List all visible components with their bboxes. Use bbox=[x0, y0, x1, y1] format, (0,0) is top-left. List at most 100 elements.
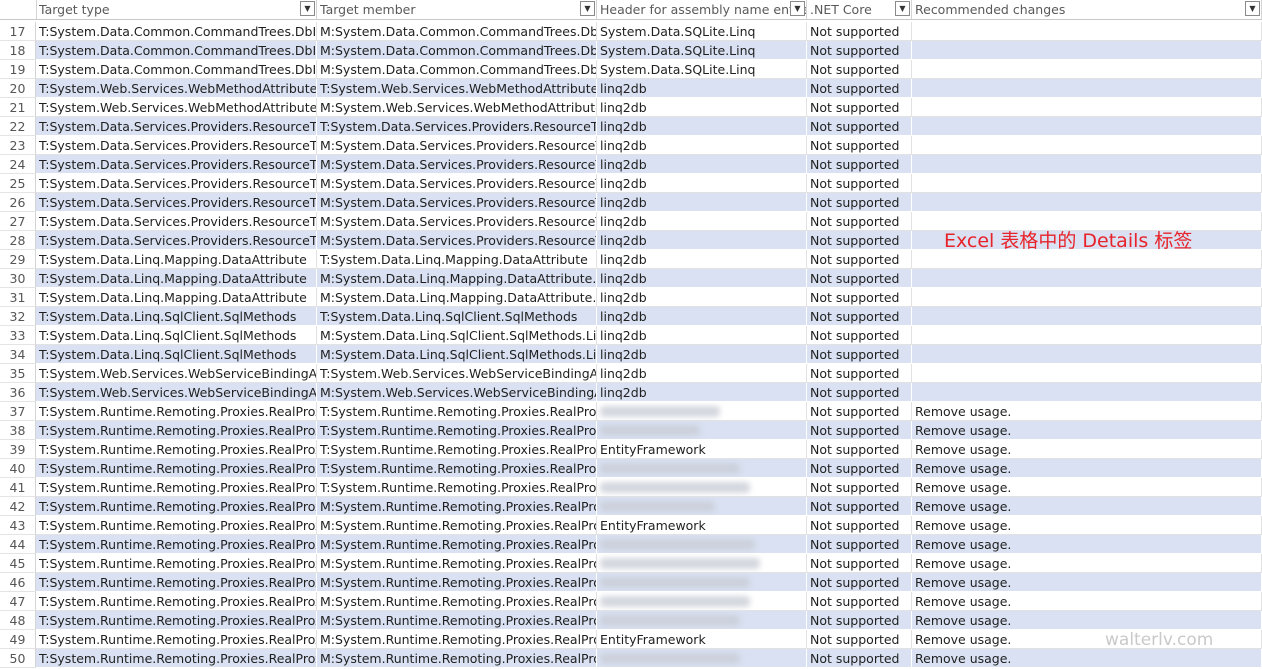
cell-type[interactable]: T:System.Data.Common.CommandTrees.DbInse… bbox=[36, 41, 317, 60]
cell-core[interactable]: Not supported bbox=[807, 573, 912, 592]
row-number[interactable]: 34 bbox=[0, 345, 36, 364]
cell-type[interactable]: T:System.Runtime.Remoting.Proxies.RealPr… bbox=[36, 421, 317, 440]
row-number[interactable]: 42 bbox=[0, 497, 36, 516]
cell-assembly[interactable]: linq2db bbox=[597, 231, 807, 250]
cell-rec[interactable] bbox=[912, 383, 1262, 402]
cell-core[interactable]: Not supported bbox=[807, 307, 912, 326]
cell-member[interactable]: M:System.Runtime.Remoting.Proxies.RealPr… bbox=[317, 554, 597, 573]
cell-type[interactable]: T:System.Web.Services.WebMethodAttribute bbox=[36, 79, 317, 98]
cell-type[interactable]: T:System.Data.Common.CommandTrees.DbInse… bbox=[36, 22, 317, 41]
cell-type[interactable]: T:System.Data.Services.Providers.Resourc… bbox=[36, 231, 317, 250]
cell-rec[interactable] bbox=[912, 155, 1262, 174]
cell-rec[interactable]: Remove usage. bbox=[912, 592, 1262, 611]
cell-rec[interactable] bbox=[912, 345, 1262, 364]
row-number[interactable]: 49 bbox=[0, 630, 36, 649]
cell-member[interactable]: M:System.Data.Linq.Mapping.DataAttribute… bbox=[317, 269, 597, 288]
cell-rec[interactable] bbox=[912, 193, 1262, 212]
table-row[interactable]: 40 T:System.Runtime.Remoting.Proxies.Real… bbox=[0, 459, 1262, 478]
row-number[interactable]: 48 bbox=[0, 611, 36, 630]
row-number[interactable]: 30 bbox=[0, 269, 36, 288]
row-number[interactable]: 32 bbox=[0, 307, 36, 326]
cell-assembly[interactable]: linq2db bbox=[597, 326, 807, 345]
cell-type[interactable]: T:System.Runtime.Remoting.Proxies.RealPr… bbox=[36, 573, 317, 592]
table-row[interactable]: 34 T:System.Data.Linq.SqlClient.SqlMethod… bbox=[0, 345, 1262, 364]
row-number[interactable]: 36 bbox=[0, 383, 36, 402]
cell-type[interactable]: T:System.Runtime.Remoting.Proxies.RealPr… bbox=[36, 554, 317, 573]
cell-core[interactable]: Not supported bbox=[807, 155, 912, 174]
cell-type[interactable]: T:System.Data.Linq.SqlClient.SqlMethods bbox=[36, 307, 317, 326]
cell-member[interactable]: T:System.Runtime.Remoting.Proxies.RealPr… bbox=[317, 459, 597, 478]
column-header-target-type[interactable]: Target type ▼ bbox=[36, 0, 317, 19]
table-row[interactable]: 39 T:System.Runtime.Remoting.Proxies.Real… bbox=[0, 440, 1262, 459]
row-number[interactable]: 47 bbox=[0, 592, 36, 611]
table-row[interactable]: 48 T:System.Runtime.Remoting.Proxies.Real… bbox=[0, 611, 1262, 630]
cell-core[interactable]: Not supported bbox=[807, 459, 912, 478]
cell-member[interactable]: T:System.Data.Services.Providers.Resourc… bbox=[317, 117, 597, 136]
cell-rec[interactable] bbox=[912, 269, 1262, 288]
cell-member[interactable]: M:System.Data.Services.Providers.Resourc… bbox=[317, 231, 597, 250]
table-row[interactable]: 23 T:System.Data.Services.Providers.Resou… bbox=[0, 136, 1262, 155]
table-row[interactable]: 36 T:System.Web.Services.WebServiceBindin… bbox=[0, 383, 1262, 402]
column-header-recommended-changes[interactable]: Recommended changes ▼ bbox=[912, 0, 1262, 19]
cell-rec[interactable]: Remove usage. bbox=[912, 516, 1262, 535]
cell-type[interactable]: T:System.Runtime.Remoting.Proxies.RealPr… bbox=[36, 611, 317, 630]
table-row[interactable]: 44 T:System.Runtime.Remoting.Proxies.Real… bbox=[0, 535, 1262, 554]
table-row[interactable]: 37 T:System.Runtime.Remoting.Proxies.Real… bbox=[0, 402, 1262, 421]
cell-member[interactable]: M:System.Data.Linq.Mapping.DataAttribute… bbox=[317, 288, 597, 307]
cell-type[interactable]: T:System.Runtime.Remoting.Proxies.RealPr… bbox=[36, 630, 317, 649]
table-row[interactable]: 17T:System.Data.Common.CommandTrees.DbIn… bbox=[0, 22, 1262, 41]
cell-core[interactable]: Not supported bbox=[807, 41, 912, 60]
cell-assembly[interactable] bbox=[597, 554, 807, 573]
cell-rec[interactable]: Remove usage. bbox=[912, 554, 1262, 573]
row-number[interactable]: 24 bbox=[0, 155, 36, 174]
cell-assembly[interactable]: linq2db bbox=[597, 345, 807, 364]
cell-type[interactable]: T:System.Data.Services.Providers.Resourc… bbox=[36, 136, 317, 155]
cell-member[interactable]: M:System.Runtime.Remoting.Proxies.RealPr… bbox=[317, 592, 597, 611]
cell-rec[interactable] bbox=[912, 364, 1262, 383]
cell-assembly[interactable]: EntityFramework bbox=[597, 516, 807, 535]
cell-rec[interactable] bbox=[912, 22, 1262, 41]
cell-rec[interactable] bbox=[912, 98, 1262, 117]
table-row[interactable]: 35 T:System.Web.Services.WebServiceBindin… bbox=[0, 364, 1262, 383]
cell-core[interactable]: Not supported bbox=[807, 79, 912, 98]
cell-assembly[interactable]: linq2db bbox=[597, 79, 807, 98]
cell-assembly[interactable]: System.Data.SQLite.Linq bbox=[597, 22, 807, 41]
cell-type[interactable]: T:System.Data.Services.Providers.Resourc… bbox=[36, 155, 317, 174]
cell-member[interactable]: M:System.Runtime.Remoting.Proxies.RealPr… bbox=[317, 573, 597, 592]
cell-rec[interactable]: Remove usage. bbox=[912, 611, 1262, 630]
cell-rec[interactable]: Remove usage. bbox=[912, 421, 1262, 440]
row-number[interactable]: 40 bbox=[0, 459, 36, 478]
cell-assembly[interactable]: linq2db bbox=[597, 269, 807, 288]
cell-assembly[interactable] bbox=[597, 478, 807, 497]
cell-member[interactable]: M:System.Runtime.Remoting.Proxies.RealPr… bbox=[317, 516, 597, 535]
row-number[interactable]: 23 bbox=[0, 136, 36, 155]
cell-core[interactable]: Not supported bbox=[807, 383, 912, 402]
cell-type[interactable]: T:System.Data.Services.Providers.Resourc… bbox=[36, 193, 317, 212]
table-row[interactable]: 45 T:System.Runtime.Remoting.Proxies.Real… bbox=[0, 554, 1262, 573]
cell-core[interactable]: Not supported bbox=[807, 478, 912, 497]
column-header-target-member[interactable]: Target member ▼ bbox=[317, 0, 597, 19]
table-row[interactable]: 18T:System.Data.Common.CommandTrees.DbIn… bbox=[0, 41, 1262, 60]
table-row[interactable]: 21 T:System.Web.Services.WebMethodAttribu… bbox=[0, 98, 1262, 117]
cell-type[interactable]: T:System.Data.Linq.Mapping.DataAttribute bbox=[36, 250, 317, 269]
cell-assembly[interactable]: System.Data.SQLite.Linq bbox=[597, 41, 807, 60]
row-number[interactable]: 31 bbox=[0, 288, 36, 307]
cell-assembly[interactable]: linq2db bbox=[597, 383, 807, 402]
cell-rec[interactable] bbox=[912, 174, 1262, 193]
cell-type[interactable]: T:System.Runtime.Remoting.Proxies.RealPr… bbox=[36, 440, 317, 459]
cell-core[interactable]: Not supported bbox=[807, 136, 912, 155]
cell-rec[interactable]: Remove usage. bbox=[912, 459, 1262, 478]
cell-core[interactable]: Not supported bbox=[807, 535, 912, 554]
cell-assembly[interactable]: linq2db bbox=[597, 250, 807, 269]
cell-assembly[interactable] bbox=[597, 649, 807, 668]
cell-assembly[interactable]: System.Data.SQLite.Linq bbox=[597, 60, 807, 79]
table-row[interactable]: 32 T:System.Data.Linq.SqlClient.SqlMethod… bbox=[0, 307, 1262, 326]
cell-core[interactable]: Not supported bbox=[807, 649, 912, 668]
cell-rec[interactable]: Remove usage. bbox=[912, 535, 1262, 554]
cell-assembly[interactable] bbox=[597, 535, 807, 554]
row-number[interactable]: 50 bbox=[0, 649, 36, 668]
cell-core[interactable]: Not supported bbox=[807, 117, 912, 136]
cell-assembly[interactable]: linq2db bbox=[597, 212, 807, 231]
table-row[interactable]: 49 T:System.Runtime.Remoting.Proxies.Real… bbox=[0, 630, 1262, 649]
cell-type[interactable]: T:System.Runtime.Remoting.Proxies.RealPr… bbox=[36, 497, 317, 516]
